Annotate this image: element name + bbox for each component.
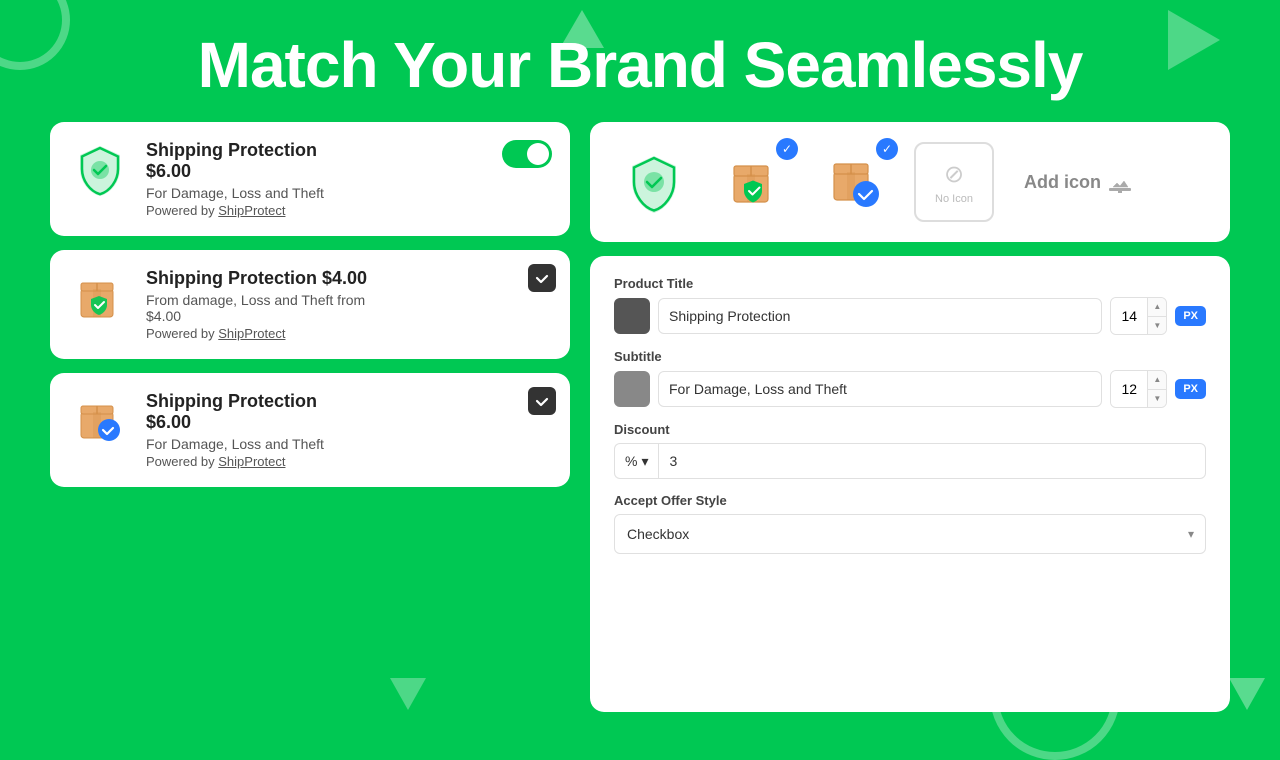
card-2-checkbox[interactable] [528, 264, 556, 292]
card-1-powered-link[interactable]: ShipProtect [218, 203, 285, 218]
icon-option-box-check[interactable]: ✓ [814, 142, 894, 222]
icon-option-shield[interactable] [614, 142, 694, 222]
card-2-icon [70, 268, 130, 328]
product-title-color-swatch[interactable] [614, 298, 650, 334]
toggle-switch[interactable] [502, 140, 552, 168]
card-3-checkbox[interactable] [528, 387, 556, 415]
card-3-powered: Powered by ShipProtect [146, 454, 550, 469]
icon-check-box-check: ✓ [876, 138, 898, 160]
subtitle-size-arrows: ▲ ▼ [1147, 371, 1166, 407]
icon-check-box-shield: ✓ [776, 138, 798, 160]
subtitle-input-row: ▲ ▼ PX [614, 370, 1206, 408]
card-1-icon [70, 140, 130, 200]
card-1-title: Shipping Protection [146, 140, 550, 161]
card-3-powered-link[interactable]: ShipProtect [218, 454, 285, 469]
product-title-input[interactable] [658, 298, 1102, 334]
card-1: Shipping Protection $6.00 For Damage, Lo… [50, 122, 570, 236]
icon-option-box-shield[interactable]: ✓ [714, 142, 794, 222]
discount-type-value: % [625, 453, 637, 469]
card-2-powered-link[interactable]: ShipProtect [218, 326, 285, 341]
card-3-desc: For Damage, Loss and Theft [146, 436, 550, 452]
left-column: Shipping Protection $6.00 For Damage, Lo… [50, 122, 570, 712]
card-1-body: Shipping Protection $6.00 For Damage, Lo… [146, 140, 550, 218]
form-row-subtitle: Subtitle ▲ ▼ PX [614, 349, 1206, 408]
product-title-size-up[interactable]: ▲ [1148, 298, 1166, 317]
icon-option-no-icon[interactable]: ⊘ No Icon [914, 142, 994, 222]
discount-type-selector[interactable]: % ▾ [614, 443, 658, 479]
accept-offer-select[interactable]: Checkbox Button Toggle [614, 514, 1206, 554]
subtitle-size-input[interactable] [1111, 371, 1147, 407]
subtitle-size-wrap: ▲ ▼ [1110, 370, 1167, 408]
product-title-size-down[interactable]: ▼ [1148, 317, 1166, 335]
card-2-powered: Powered by ShipProtect [146, 326, 550, 341]
icon-picker-card: ✓ ✓ ⊘ No Icon Add [590, 122, 1230, 242]
form-row-title: Product Title ▲ ▼ PX [614, 276, 1206, 335]
discount-value-input[interactable] [658, 443, 1206, 479]
card-3-price: $6.00 [146, 412, 550, 433]
product-title-size-input[interactable] [1111, 298, 1147, 334]
add-icon-button[interactable]: Add icon [1024, 171, 1131, 193]
add-icon-label: Add icon [1024, 172, 1101, 193]
card-1-powered: Powered by ShipProtect [146, 203, 550, 218]
card-3: Shipping Protection $6.00 For Damage, Lo… [50, 373, 570, 487]
product-title-size-arrows: ▲ ▼ [1147, 298, 1166, 334]
card-2-desc: From damage, Loss and Theft from$4.00 [146, 292, 550, 324]
card-2-title: Shipping Protection $4.00 [146, 268, 550, 289]
subtitle-label: Subtitle [614, 349, 1206, 364]
toggle-knob [527, 143, 549, 165]
card-3-body: Shipping Protection $6.00 For Damage, Lo… [146, 391, 550, 469]
discount-dropdown-arrow: ▾ [641, 453, 648, 470]
subtitle-size-down[interactable]: ▼ [1148, 390, 1166, 408]
content-area: Shipping Protection $6.00 For Damage, Lo… [0, 122, 1280, 712]
product-title-size-wrap: ▲ ▼ [1110, 297, 1167, 335]
product-title-input-row: ▲ ▼ PX [614, 297, 1206, 335]
form-card: Product Title ▲ ▼ PX Subtitle [590, 256, 1230, 712]
card-1-desc: For Damage, Loss and Theft [146, 185, 550, 201]
subtitle-input[interactable] [658, 371, 1102, 407]
right-column: ✓ ✓ ⊘ No Icon Add [590, 122, 1230, 712]
discount-input-row: % ▾ [614, 443, 1206, 479]
subtitle-size-up[interactable]: ▲ [1148, 371, 1166, 390]
card-2-body: Shipping Protection $4.00 From damage, L… [146, 268, 550, 341]
product-title-label: Product Title [614, 276, 1206, 291]
no-icon-symbol: ⊘ [944, 160, 964, 189]
subtitle-unit: PX [1175, 379, 1206, 399]
no-icon-label: No Icon [935, 193, 973, 205]
card-1-price: $6.00 [146, 161, 550, 182]
subtitle-color-swatch[interactable] [614, 371, 650, 407]
card-3-icon [70, 391, 130, 451]
product-title-unit: PX [1175, 306, 1206, 326]
page-title: Match Your Brand Seamlessly [0, 0, 1280, 122]
card-2: Shipping Protection $4.00 From damage, L… [50, 250, 570, 359]
accept-offer-select-wrap: Checkbox Button Toggle ▾ [614, 514, 1206, 554]
discount-label: Discount [614, 422, 1206, 437]
accept-offer-label: Accept Offer Style [614, 493, 1206, 508]
form-row-discount: Discount % ▾ [614, 422, 1206, 479]
form-row-accept-offer: Accept Offer Style Checkbox Button Toggl… [614, 493, 1206, 554]
card-3-title: Shipping Protection [146, 391, 550, 412]
